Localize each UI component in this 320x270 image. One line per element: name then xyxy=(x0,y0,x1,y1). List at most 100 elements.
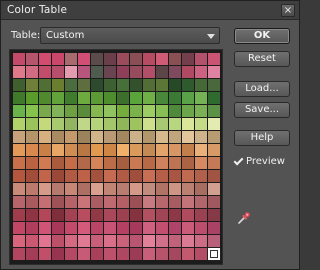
color-swatch[interactable] xyxy=(78,183,90,195)
color-swatch[interactable] xyxy=(39,209,51,221)
color-swatch[interactable] xyxy=(104,209,116,221)
color-swatch[interactable] xyxy=(195,248,207,260)
color-swatch[interactable] xyxy=(156,222,168,234)
color-swatch[interactable] xyxy=(13,235,25,247)
help-button[interactable]: Help xyxy=(234,130,290,146)
color-swatch[interactable] xyxy=(182,144,194,156)
color-swatch[interactable] xyxy=(52,144,64,156)
color-swatch[interactable] xyxy=(78,79,90,91)
color-swatch[interactable] xyxy=(169,209,181,221)
color-swatch[interactable] xyxy=(91,157,103,169)
selected-color-swatch[interactable] xyxy=(207,247,221,261)
color-swatch[interactable] xyxy=(143,144,155,156)
color-swatch[interactable] xyxy=(182,105,194,117)
color-swatch[interactable] xyxy=(39,183,51,195)
color-swatch[interactable] xyxy=(39,248,51,260)
color-swatch[interactable] xyxy=(91,131,103,143)
color-swatch[interactable] xyxy=(13,248,25,260)
color-swatch[interactable] xyxy=(208,53,220,65)
color-swatch[interactable] xyxy=(78,131,90,143)
color-swatch[interactable] xyxy=(117,170,129,182)
close-icon[interactable]: × xyxy=(281,4,295,17)
color-swatch[interactable] xyxy=(104,105,116,117)
color-swatch[interactable] xyxy=(78,157,90,169)
color-swatch[interactable] xyxy=(78,118,90,130)
color-swatch[interactable] xyxy=(169,118,181,130)
color-swatch[interactable] xyxy=(156,131,168,143)
color-swatch[interactable] xyxy=(78,105,90,117)
color-swatch[interactable] xyxy=(156,66,168,78)
color-swatch[interactable] xyxy=(65,170,77,182)
color-swatch[interactable] xyxy=(104,235,116,247)
color-swatch[interactable] xyxy=(104,53,116,65)
color-swatch[interactable] xyxy=(91,209,103,221)
color-swatch[interactable] xyxy=(169,170,181,182)
color-swatch[interactable] xyxy=(65,222,77,234)
color-swatch[interactable] xyxy=(208,66,220,78)
eyedropper-icon[interactable] xyxy=(237,211,251,225)
color-swatch[interactable] xyxy=(117,66,129,78)
color-swatch[interactable] xyxy=(26,248,38,260)
color-swatch[interactable] xyxy=(195,196,207,208)
color-swatch[interactable] xyxy=(65,66,77,78)
color-swatch[interactable] xyxy=(78,196,90,208)
color-swatch[interactable] xyxy=(52,248,64,260)
color-swatch[interactable] xyxy=(182,235,194,247)
color-swatch[interactable] xyxy=(52,105,64,117)
color-swatch[interactable] xyxy=(52,66,64,78)
color-swatch[interactable] xyxy=(195,144,207,156)
color-swatch[interactable] xyxy=(65,131,77,143)
color-swatch[interactable] xyxy=(52,235,64,247)
color-swatch[interactable] xyxy=(39,222,51,234)
color-swatch[interactable] xyxy=(130,53,142,65)
color-swatch[interactable] xyxy=(26,157,38,169)
color-swatch[interactable] xyxy=(169,222,181,234)
color-swatch[interactable] xyxy=(195,157,207,169)
color-swatch[interactable] xyxy=(78,66,90,78)
color-swatch[interactable] xyxy=(26,170,38,182)
color-swatch[interactable] xyxy=(52,118,64,130)
color-swatch[interactable] xyxy=(130,92,142,104)
color-swatch[interactable] xyxy=(143,209,155,221)
color-swatch[interactable] xyxy=(143,131,155,143)
color-swatch[interactable] xyxy=(117,157,129,169)
color-swatch[interactable] xyxy=(13,53,25,65)
color-swatch[interactable] xyxy=(156,196,168,208)
color-swatch[interactable] xyxy=(169,105,181,117)
color-swatch[interactable] xyxy=(156,92,168,104)
color-swatch[interactable] xyxy=(143,183,155,195)
color-swatch[interactable] xyxy=(156,170,168,182)
color-swatch[interactable] xyxy=(78,222,90,234)
color-swatch[interactable] xyxy=(117,105,129,117)
color-swatch[interactable] xyxy=(130,222,142,234)
color-swatch[interactable] xyxy=(195,170,207,182)
color-swatch[interactable] xyxy=(195,209,207,221)
color-swatch[interactable] xyxy=(208,183,220,195)
color-swatch[interactable] xyxy=(143,53,155,65)
color-swatch[interactable] xyxy=(182,66,194,78)
color-swatch[interactable] xyxy=(13,209,25,221)
color-swatch[interactable] xyxy=(104,79,116,91)
color-swatch[interactable] xyxy=(169,79,181,91)
color-swatch[interactable] xyxy=(208,157,220,169)
color-swatch[interactable] xyxy=(26,196,38,208)
color-swatch[interactable] xyxy=(195,118,207,130)
color-swatch[interactable] xyxy=(52,92,64,104)
color-swatch[interactable] xyxy=(182,53,194,65)
color-swatch[interactable] xyxy=(169,235,181,247)
color-swatch[interactable] xyxy=(13,131,25,143)
color-swatch[interactable] xyxy=(26,183,38,195)
color-swatch[interactable] xyxy=(13,157,25,169)
color-swatch[interactable] xyxy=(65,235,77,247)
color-swatch[interactable] xyxy=(104,183,116,195)
color-swatch[interactable] xyxy=(195,235,207,247)
color-swatch[interactable] xyxy=(26,92,38,104)
color-swatch[interactable] xyxy=(52,196,64,208)
color-swatch[interactable] xyxy=(117,209,129,221)
color-swatch[interactable] xyxy=(169,183,181,195)
color-swatch[interactable] xyxy=(130,248,142,260)
color-swatch[interactable] xyxy=(117,144,129,156)
color-swatch[interactable] xyxy=(143,105,155,117)
color-swatch[interactable] xyxy=(78,235,90,247)
reset-button[interactable]: Reset xyxy=(234,51,290,67)
